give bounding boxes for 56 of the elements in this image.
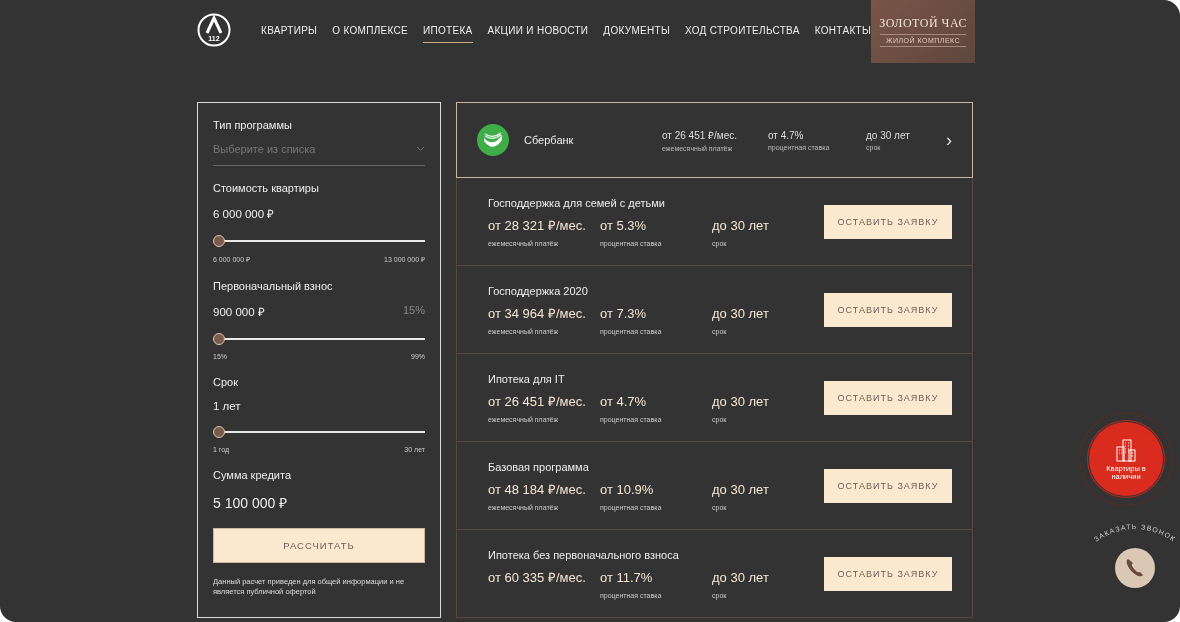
percent-value: 15% — [402, 304, 425, 318]
term-value: до 30 лет — [712, 216, 769, 235]
payment-value: от 34 964 ₽/мес. — [488, 304, 587, 323]
chevron-down-icon — [416, 146, 425, 152]
slider-thumb[interactable] — [213, 235, 225, 247]
slider-thumb[interactable] — [213, 426, 225, 438]
payment-value: от 60 335 ₽/мес. — [488, 568, 587, 587]
field-value: 900 000 ₽ — [213, 305, 265, 319]
field-value: 6 000 000 ₽ — [213, 207, 275, 221]
apply-button[interactable]: ОСТАВИТЬ ЗАЯВКУ — [824, 468, 952, 503]
nav-link[interactable]: КОНТАКТЫ — [814, 25, 872, 43]
calculate-button[interactable]: РАССЧИТАТЬ — [213, 528, 425, 563]
nav-link[interactable]: ДОКУМЕНТЫ — [603, 25, 671, 43]
term-value: до 30 лет — [712, 568, 769, 587]
apply-button[interactable]: ОСТАВИТЬ ЗАЯВКУ — [824, 292, 952, 327]
rate-value: от 10.9% — [600, 480, 655, 499]
apply-button[interactable]: ОСТАВИТЬ ЗАЯВКУ — [824, 380, 952, 415]
nav-link[interactable]: О КОМПЛЕКСЕ — [332, 25, 408, 43]
field-label: Срок — [213, 376, 239, 388]
field-label: Первоначальный взнос — [213, 280, 334, 292]
field-label: Тип программы — [213, 119, 293, 131]
rate-value: от 11.7% — [600, 568, 654, 587]
bank-logo-icon — [477, 124, 509, 156]
apply-button[interactable]: ОСТАВИТЬ ЗАЯВКУ — [824, 204, 952, 239]
program-title: Господдержка 2020 — [488, 284, 589, 297]
field-value: 1 лет — [213, 400, 241, 412]
payment-value: от 26 451 ₽/мес. — [662, 129, 739, 142]
payment-value: от 28 321 ₽/мес. — [488, 216, 587, 235]
bank-name: Сбербанк — [524, 134, 575, 146]
rate-value: от 4.7% — [600, 392, 648, 411]
payment-value: от 48 184 ₽/мес. — [488, 480, 587, 499]
rate-value: от 4.7% — [768, 129, 805, 141]
term-value: до 30 лет — [712, 304, 769, 323]
program-title: Базовая программа — [488, 460, 590, 473]
field-label: Стоимость квартиры — [213, 182, 320, 194]
program-title: Ипотека без первоначального взноса — [488, 548, 680, 561]
brand-title: ЗОЛОТОЙ ЧАС — [879, 16, 967, 31]
rate-value: от 7.3% — [600, 304, 648, 323]
program-title: Господдержка для семей с детьми — [488, 196, 666, 209]
apply-button[interactable]: ОСТАВИТЬ ЗАЯВКУ — [824, 556, 952, 591]
chevron-icon[interactable]: › — [946, 129, 952, 151]
credit-amount: 5 100 000 ₽ — [213, 494, 289, 512]
buildings-icon — [1115, 437, 1137, 462]
nav-link[interactable]: ИПОТЕКА — [423, 25, 473, 43]
field-label: Сумма кредита — [213, 469, 293, 481]
term-value: до 30 лет — [712, 480, 769, 499]
slider-thumb[interactable] — [213, 333, 225, 345]
phone-button[interactable] — [1115, 548, 1155, 588]
term-value: до 30 лет — [712, 392, 769, 411]
rate-value: от 5.3% — [600, 216, 648, 235]
term-value: до 30 лет — [866, 129, 910, 141]
nav-link[interactable]: КВАРТИРЫ — [261, 25, 318, 43]
nav-link[interactable]: ХОД СТРОИТЕЛЬСТВА — [685, 25, 800, 43]
nav-link[interactable]: АКЦИИ И НОВОСТИ — [487, 25, 589, 43]
payment-value: от 26 451 ₽/мес. — [488, 392, 587, 411]
program-title: Ипотека для IT — [488, 372, 566, 385]
